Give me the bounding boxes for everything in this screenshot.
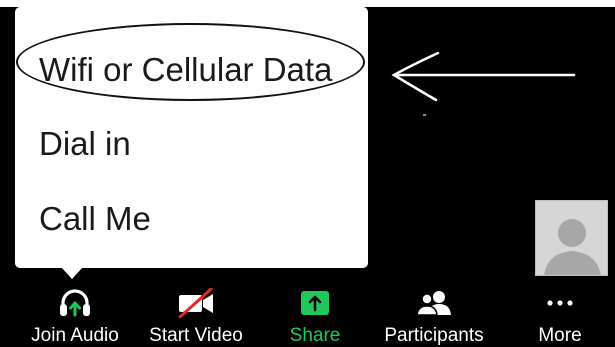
audio-options-menu: Wifi or Cellular Data Dial in Call Me	[15, 7, 368, 268]
participants-icon	[414, 288, 454, 318]
more-button[interactable]: More	[530, 283, 590, 347]
share-label: Share	[289, 325, 341, 346]
share-arrow-icon	[300, 288, 330, 318]
menu-item-call-me[interactable]: Call Me	[39, 194, 359, 244]
menu-pointer	[61, 267, 83, 279]
share-button[interactable]: Share	[282, 283, 348, 347]
app-frame: Wifi or Cellular Data Dial in Call Me Jo…	[0, 0, 615, 347]
join-audio-button[interactable]: Join Audio	[22, 283, 128, 347]
more-dots-icon	[545, 288, 575, 318]
more-label: More	[538, 325, 582, 346]
start-video-button[interactable]: Start Video	[140, 283, 252, 347]
menu-item-wifi-or-cellular-data[interactable]: Wifi or Cellular Data	[39, 45, 359, 95]
pointing-arrow	[391, 51, 576, 102]
participants-button[interactable]: Participants	[376, 283, 492, 347]
meeting-toolbar: Join Audio Start Video Share Participant…	[0, 283, 615, 347]
participants-label: Participants	[384, 325, 484, 346]
headphones-icon	[58, 288, 92, 318]
self-video-thumbnail[interactable]	[535, 200, 608, 276]
join-audio-label: Join Audio	[31, 325, 119, 346]
screen-speck	[423, 114, 426, 116]
video-off-icon	[176, 288, 216, 318]
menu-item-dial-in[interactable]: Dial in	[39, 119, 359, 169]
start-video-label: Start Video	[149, 325, 243, 346]
avatar-placeholder-icon	[536, 201, 607, 275]
